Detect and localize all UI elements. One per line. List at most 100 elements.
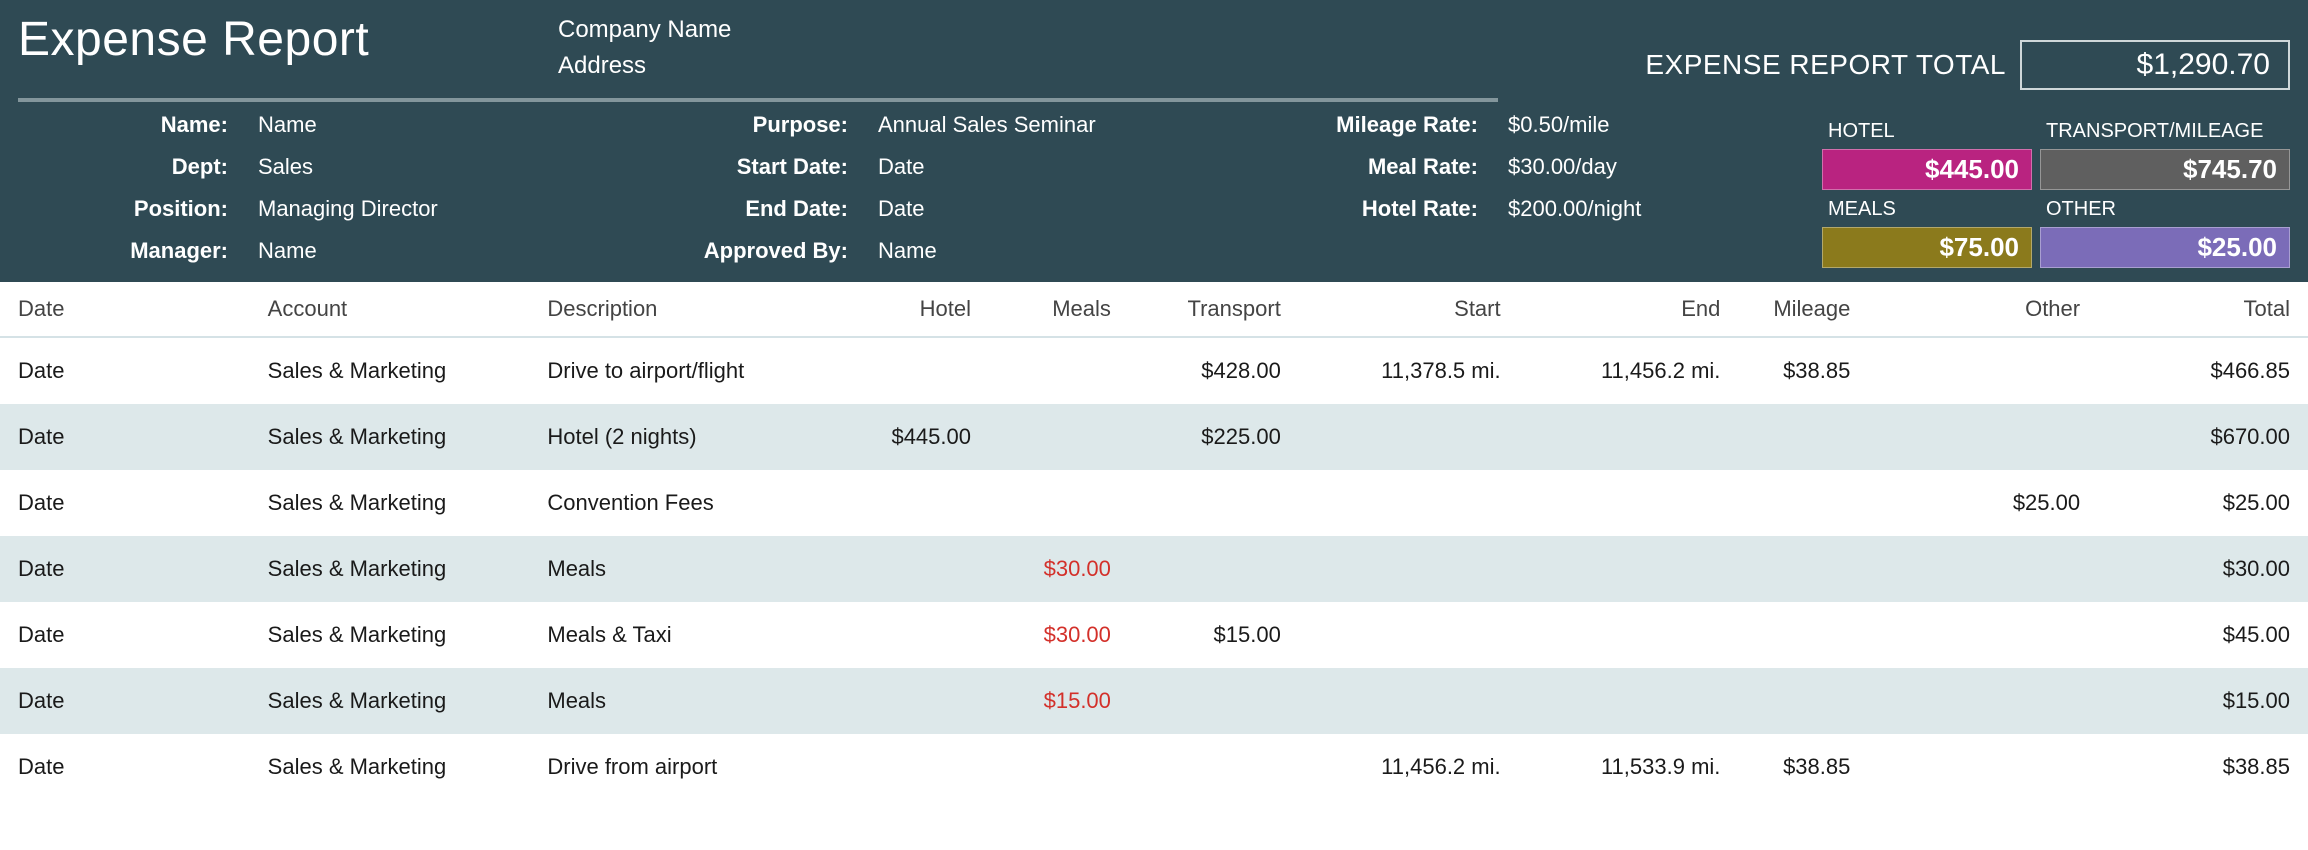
cell-date: Date bbox=[0, 337, 250, 404]
cell-description: Meals bbox=[529, 536, 839, 602]
cell-meals bbox=[989, 404, 1129, 470]
cell-other bbox=[1868, 602, 2098, 668]
table-row: DateSales & MarketingDrive to airport/fl… bbox=[0, 337, 2308, 404]
hotel-rate-label: Hotel Rate: bbox=[1228, 196, 1478, 222]
cell-other bbox=[1868, 536, 2098, 602]
cell-description: Convention Fees bbox=[529, 470, 839, 536]
cell-other bbox=[1868, 668, 2098, 734]
company-block: Company Name Address bbox=[558, 12, 1645, 84]
col-start: Start bbox=[1299, 282, 1519, 337]
cat-hotel-value: $445.00 bbox=[1822, 149, 2032, 190]
cell-account: Sales & Marketing bbox=[250, 734, 530, 800]
cat-other-label: OTHER bbox=[2040, 196, 2290, 221]
hotel-rate-value: $200.00/night bbox=[1508, 196, 1768, 222]
expense-table: Date Account Description Hotel Meals Tra… bbox=[0, 282, 2308, 800]
col-other: Other bbox=[1868, 282, 2098, 337]
cell-total: $25.00 bbox=[2098, 470, 2308, 536]
cell-start bbox=[1299, 602, 1519, 668]
start-date-label: Start Date: bbox=[588, 154, 848, 180]
cell-meals bbox=[989, 337, 1129, 404]
cat-transport-label: TRANSPORT/MILEAGE bbox=[2040, 118, 2290, 143]
cell-hotel bbox=[839, 337, 989, 404]
cell-end: 11,533.9 mi. bbox=[1519, 734, 1739, 800]
cell-end bbox=[1519, 602, 1739, 668]
cell-start: 11,456.2 mi. bbox=[1299, 734, 1519, 800]
cell-mileage bbox=[1738, 668, 1868, 734]
col-mileage: Mileage bbox=[1738, 282, 1868, 337]
cell-start bbox=[1299, 536, 1519, 602]
cell-meals: $15.00 bbox=[989, 668, 1129, 734]
end-date-value: Date bbox=[878, 196, 1228, 222]
cell-meals bbox=[989, 734, 1129, 800]
cell-total: $15.00 bbox=[2098, 668, 2308, 734]
position-value: Managing Director bbox=[258, 196, 588, 222]
start-date-value: Date bbox=[878, 154, 1228, 180]
cell-transport: $428.00 bbox=[1129, 337, 1299, 404]
col-description: Description bbox=[529, 282, 839, 337]
col-hotel: Hotel bbox=[839, 282, 989, 337]
purpose-value: Annual Sales Seminar bbox=[878, 112, 1228, 138]
meal-rate-value: $30.00/day bbox=[1508, 154, 1768, 180]
mileage-rate-label: Mileage Rate: bbox=[1228, 112, 1478, 138]
cell-mileage: $38.85 bbox=[1738, 337, 1868, 404]
cell-mileage bbox=[1738, 470, 1868, 536]
cell-meals bbox=[989, 470, 1129, 536]
table-row: DateSales & MarketingConvention Fees$25.… bbox=[0, 470, 2308, 536]
cell-date: Date bbox=[0, 404, 250, 470]
report-header: Expense Report Company Name Address EXPE… bbox=[0, 0, 2308, 282]
cell-date: Date bbox=[0, 668, 250, 734]
col-date: Date bbox=[0, 282, 250, 337]
cell-account: Sales & Marketing bbox=[250, 602, 530, 668]
cell-hotel bbox=[839, 668, 989, 734]
table-row: DateSales & MarketingMeals$15.00$15.00 bbox=[0, 668, 2308, 734]
manager-value: Name bbox=[258, 238, 588, 264]
cell-start bbox=[1299, 668, 1519, 734]
cell-account: Sales & Marketing bbox=[250, 404, 530, 470]
cat-other-value: $25.00 bbox=[2040, 227, 2290, 268]
col-meals: Meals bbox=[989, 282, 1129, 337]
cell-date: Date bbox=[0, 734, 250, 800]
cell-end bbox=[1519, 470, 1739, 536]
table-header-row: Date Account Description Hotel Meals Tra… bbox=[0, 282, 2308, 337]
cell-meals: $30.00 bbox=[989, 602, 1129, 668]
cell-description: Drive from airport bbox=[529, 734, 839, 800]
cat-hotel-label: HOTEL bbox=[1822, 118, 2032, 143]
cat-meals-label: MEALS bbox=[1822, 196, 2032, 221]
cell-transport bbox=[1129, 536, 1299, 602]
cell-hotel bbox=[839, 734, 989, 800]
cell-total: $45.00 bbox=[2098, 602, 2308, 668]
cell-date: Date bbox=[0, 602, 250, 668]
table-row: DateSales & MarketingHotel (2 nights)$44… bbox=[0, 404, 2308, 470]
col-transport: Transport bbox=[1129, 282, 1299, 337]
position-label: Position: bbox=[18, 196, 228, 222]
cell-account: Sales & Marketing bbox=[250, 337, 530, 404]
purpose-label: Purpose: bbox=[588, 112, 848, 138]
cell-transport: $225.00 bbox=[1129, 404, 1299, 470]
meal-rate-label: Meal Rate: bbox=[1228, 154, 1478, 180]
cell-hotel: $445.00 bbox=[839, 404, 989, 470]
cell-other: $25.00 bbox=[1868, 470, 2098, 536]
cell-meals: $30.00 bbox=[989, 536, 1129, 602]
cell-description: Meals bbox=[529, 668, 839, 734]
company-address: Address bbox=[558, 48, 1645, 84]
cell-account: Sales & Marketing bbox=[250, 536, 530, 602]
cell-date: Date bbox=[0, 536, 250, 602]
cell-mileage: $38.85 bbox=[1738, 734, 1868, 800]
table-row: DateSales & MarketingDrive from airport 1… bbox=[0, 734, 2308, 800]
cell-total: $670.00 bbox=[2098, 404, 2308, 470]
cell-mileage bbox=[1738, 536, 1868, 602]
cell-total: $30.00 bbox=[2098, 536, 2308, 602]
cell-other bbox=[1868, 337, 2098, 404]
cell-end: 11,456.2 mi. bbox=[1519, 337, 1739, 404]
total-value: $1,290.70 bbox=[2020, 40, 2290, 90]
col-account: Account bbox=[250, 282, 530, 337]
cell-start bbox=[1299, 470, 1519, 536]
cell-hotel bbox=[839, 536, 989, 602]
cat-meals-value: $75.00 bbox=[1822, 227, 2032, 268]
cell-transport bbox=[1129, 734, 1299, 800]
mileage-rate-value: $0.50/mile bbox=[1508, 112, 1768, 138]
cell-mileage bbox=[1738, 602, 1868, 668]
col-total: Total bbox=[2098, 282, 2308, 337]
cat-transport-value: $745.70 bbox=[2040, 149, 2290, 190]
name-label: Name: bbox=[18, 112, 228, 138]
